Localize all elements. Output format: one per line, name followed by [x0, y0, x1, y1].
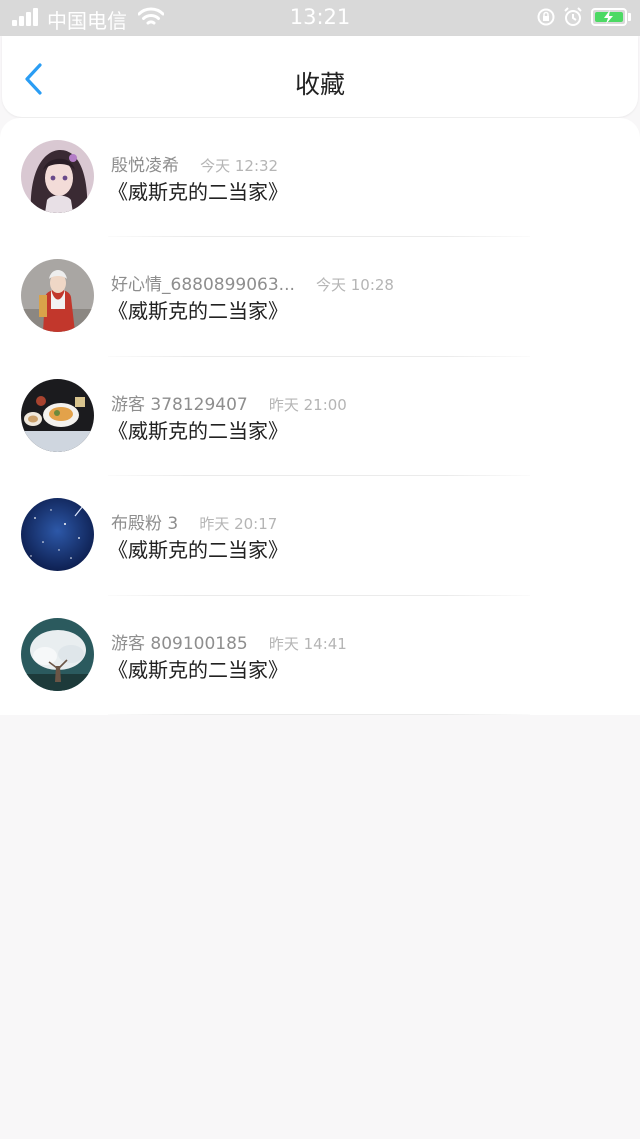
- favorite-title: 《威斯克的二当家》: [108, 657, 288, 682]
- favorite-title: 《威斯克的二当家》: [108, 299, 288, 324]
- favorite-title: 《威斯克的二当家》: [108, 418, 288, 443]
- item-meta: 游客 809100185 昨天 14:41: [111, 629, 347, 654]
- timestamp: 今天 12:32: [200, 157, 279, 175]
- list-item[interactable]: 殷悦凌希 今天 12:32 《威斯克的二当家》: [0, 118, 640, 238]
- username: 殷悦凌希: [111, 156, 179, 176]
- item-meta: 布殿粉 3 昨天 20:17: [111, 509, 277, 534]
- username: 布殿粉 3: [111, 514, 179, 535]
- favorites-list: 殷悦凌希 今天 12:32 《威斯克的二当家》 好心情_6880899063..…: [0, 118, 640, 715]
- username: 游客 809100185: [111, 633, 248, 654]
- list-item[interactable]: 好心情_6880899063... 今天 10:28 《威斯克的二当家》: [0, 237, 640, 357]
- list-item[interactable]: 布殿粉 3 昨天 20:17 《威斯克的二当家》: [0, 476, 640, 596]
- avatar: [21, 140, 94, 213]
- nav-header: 收藏: [2, 36, 638, 117]
- favorite-title: 《威斯克的二当家》: [108, 538, 288, 563]
- avatar: [21, 378, 94, 452]
- favorite-title: 《威斯克的二当家》: [108, 180, 288, 204]
- username: 游客 378129407: [111, 394, 248, 415]
- avatar: [21, 617, 94, 691]
- divider: [108, 713, 530, 715]
- timestamp: 昨天 20:17: [199, 515, 278, 534]
- list-item[interactable]: 游客 378129407 昨天 21:00 《威斯克的二当家》: [0, 357, 640, 477]
- avatar: [21, 498, 94, 572]
- charging-bolt-icon: [604, 10, 613, 24]
- timestamp: 昨天 21:00: [268, 395, 347, 414]
- avatar: [21, 259, 94, 333]
- battery-icon: [591, 8, 627, 26]
- item-meta: 游客 378129407 昨天 21:00: [111, 390, 347, 415]
- alarm-icon: [564, 7, 582, 26]
- page-title: 收藏: [294, 70, 345, 99]
- username: 好心情_6880899063...: [111, 275, 295, 296]
- timestamp: 今天 10:28: [315, 276, 394, 295]
- list-item[interactable]: 游客 809100185 昨天 14:41 《威斯克的二当家》: [0, 596, 640, 715]
- status-bar: 中国电信 13:21: [0, 0, 640, 36]
- item-meta: 殷悦凌希 今天 12:32: [111, 151, 278, 176]
- item-meta: 好心情_6880899063... 今天 10:28: [111, 270, 394, 295]
- orientation-lock-icon: [537, 8, 555, 26]
- timestamp: 昨天 14:41: [268, 634, 347, 653]
- battery-tip: [628, 13, 631, 21]
